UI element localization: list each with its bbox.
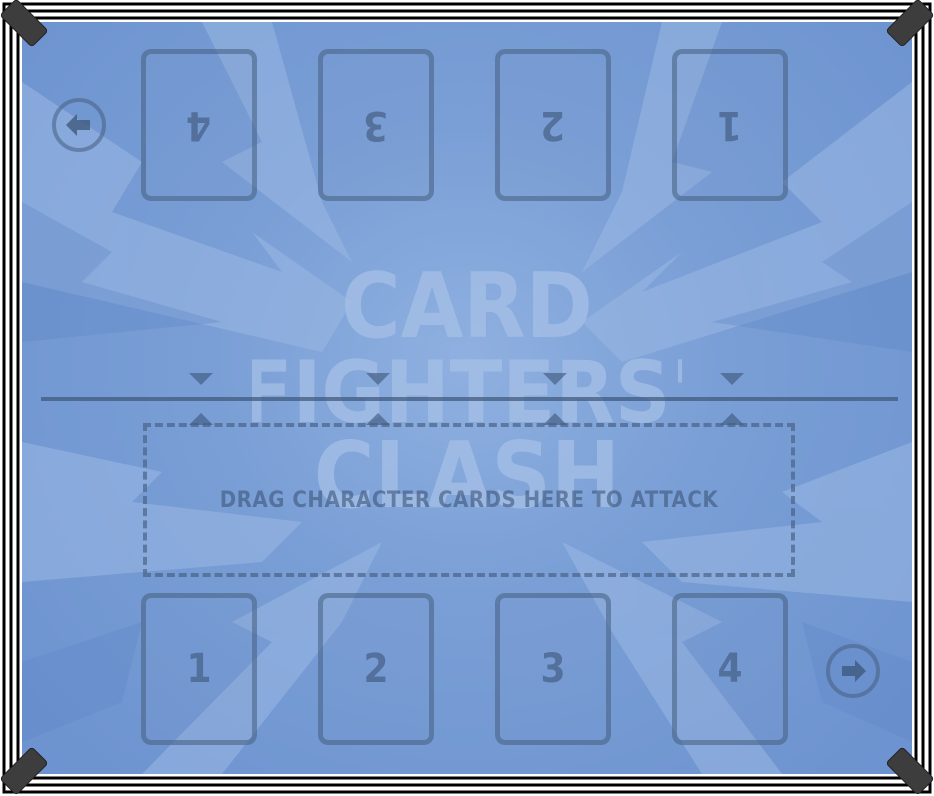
opponent-card-slot[interactable]: 3 <box>318 49 434 201</box>
arrow-right-icon <box>842 660 866 682</box>
next-button[interactable] <box>826 644 880 698</box>
slot-number: 3 <box>540 646 566 692</box>
back-button[interactable] <box>52 98 106 152</box>
field-divider <box>41 397 898 401</box>
player-card-slot[interactable]: 3 <box>495 593 611 745</box>
player-card-slot[interactable]: 1 <box>141 593 257 745</box>
lane-marker-down <box>189 373 213 385</box>
player-card-slot[interactable]: 2 <box>318 593 434 745</box>
opponent-card-slot[interactable]: 2 <box>495 49 611 201</box>
lane-marker-down <box>366 373 390 385</box>
player-card-slot[interactable]: 4 <box>672 593 788 745</box>
opponent-card-slot[interactable]: 1 <box>672 49 788 201</box>
game-board: CARD FIGHTERS' CLASH 4 3 2 1 DRAG CHARAC… <box>22 22 912 774</box>
slot-number: 4 <box>186 102 212 148</box>
opponent-card-slot[interactable]: 4 <box>141 49 257 201</box>
arrow-left-icon <box>66 114 90 136</box>
slot-number: 4 <box>717 646 743 692</box>
lane-marker-down <box>543 373 567 385</box>
attack-drop-zone[interactable]: DRAG CHARACTER CARDS HERE TO ATTACK <box>143 423 795 577</box>
drop-zone-label: DRAG CHARACTER CARDS HERE TO ATTACK <box>219 487 719 513</box>
slot-number: 2 <box>540 102 566 148</box>
slot-number: 1 <box>717 102 743 148</box>
slot-number: 3 <box>363 102 389 148</box>
slot-number: 2 <box>363 646 389 692</box>
slot-number: 1 <box>186 646 212 692</box>
lane-marker-down <box>720 373 744 385</box>
